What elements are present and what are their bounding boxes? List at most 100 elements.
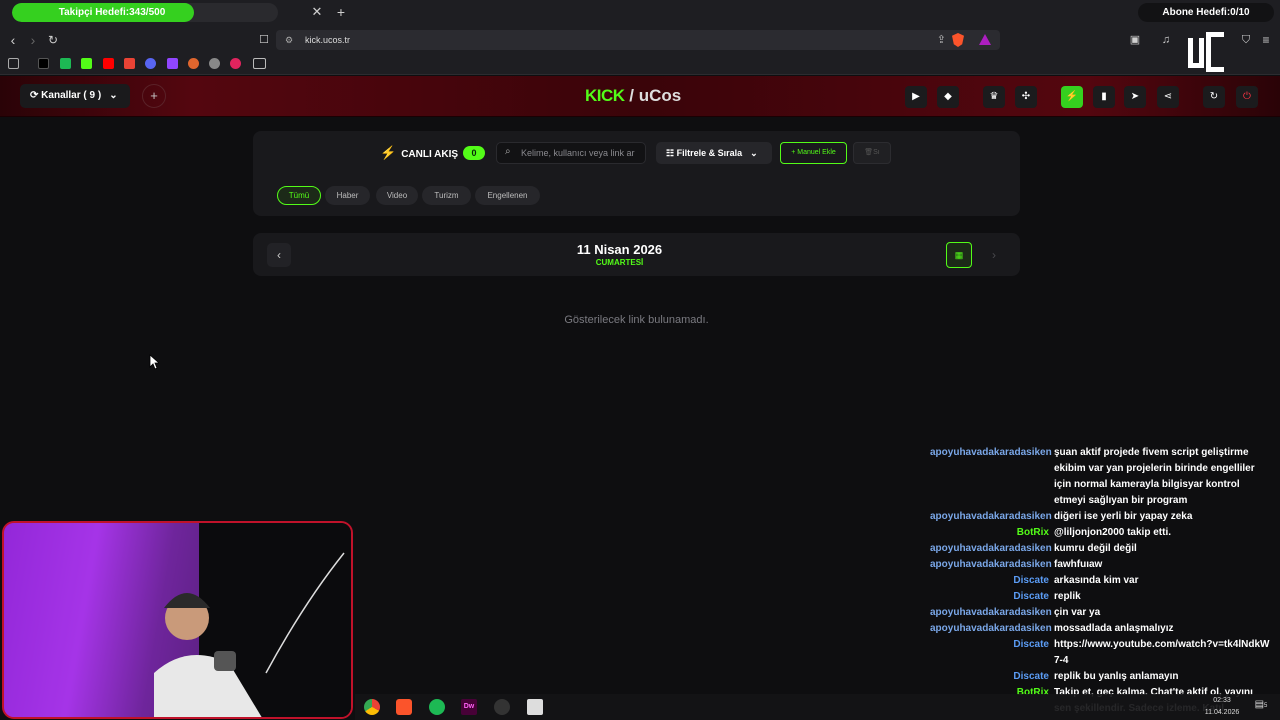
forward-icon[interactable]: ›	[25, 32, 41, 48]
chat-username[interactable]: Discate	[930, 637, 1054, 669]
document-icon[interactable]	[527, 699, 543, 715]
chat-username[interactable]: apoyuhavadakaradasiken	[930, 445, 1054, 509]
follower-goal-bar: Takipçi Hedefi:343/500	[12, 3, 278, 22]
chat-username[interactable]: BotRix	[930, 525, 1054, 541]
mouse-cursor-icon	[149, 354, 159, 370]
share-icon-button[interactable]: ⋖	[1157, 86, 1179, 108]
filter-panel: ⚡ CANLI AKIŞ 0 ⌕ ☷ Filtrele & Sırala ⌄ + M…	[253, 131, 1020, 216]
chat-username[interactable]: apoyuhavadakaradasiken	[930, 621, 1054, 637]
chat-text: arkasında kim var	[1054, 575, 1139, 586]
chip-video[interactable]: Video	[376, 186, 418, 205]
brave-rewards-icon[interactable]	[979, 34, 991, 45]
cursor-icon-button[interactable]: ➤	[1124, 86, 1146, 108]
chat-username[interactable]: Discate	[930, 589, 1054, 605]
chat-message: apoyuhavadakaradasiken mossadlada anlaşma…	[930, 621, 1280, 637]
apps-icon[interactable]	[8, 58, 19, 69]
chat-text: fawhfuıaw	[1054, 559, 1103, 570]
chip-tourism[interactable]: Turizm	[422, 186, 471, 205]
brave-icon[interactable]	[396, 699, 412, 715]
bookmark-icon[interactable]: ☐	[256, 32, 272, 48]
chat-username[interactable]: Discate	[930, 573, 1054, 589]
url-field[interactable]: ⚙ kick.ucos.tr ⇪	[276, 30, 1000, 50]
chat-text: replik bu yanlış anlamayın	[1054, 671, 1179, 682]
trash-icon: 🗑	[864, 149, 874, 156]
trophy-icon-button[interactable]: ♛	[983, 86, 1005, 108]
bookmarks-bar	[0, 53, 1280, 75]
bookmark-icon-2[interactable]	[60, 58, 71, 69]
discord-bookmark-icon[interactable]	[145, 58, 156, 69]
next-day-button[interactable]: ›	[982, 243, 1006, 267]
channels-dropdown[interactable]: ⟳ Kanallar ( 9 ) ⌄	[20, 84, 130, 108]
dreamweaver-icon[interactable]: Dw	[461, 699, 477, 715]
power-icon-button[interactable]: ⏻	[1236, 86, 1258, 108]
obs-icon[interactable]	[494, 699, 510, 715]
chat-text: şuan aktif projede fivem script geliştir…	[1054, 447, 1255, 506]
bookmark-icon-button[interactable]: ▮	[1093, 86, 1115, 108]
chat-text: kumru değil değil	[1054, 543, 1137, 554]
chat-message: Discate replik bu yanlış anlamayın	[930, 669, 1280, 685]
brave-shields-icon[interactable]	[952, 33, 964, 47]
chat-username[interactable]: apoyuhavadakaradasiken	[930, 557, 1054, 573]
lightning-icon: ⚡	[380, 145, 397, 160]
kick-bookmark-icon[interactable]	[81, 58, 92, 69]
chat-text: çin var ya	[1054, 607, 1101, 618]
gmail-bookmark-icon[interactable]	[124, 58, 135, 69]
live-count-badge: 0	[463, 146, 485, 160]
chat-username[interactable]: Discate	[930, 669, 1054, 685]
tag-icon-button[interactable]: ◆	[937, 86, 959, 108]
chat-username[interactable]: apoyuhavadakaradasiken	[930, 509, 1054, 525]
add-channel-button[interactable]: +	[142, 84, 166, 108]
chip-news[interactable]: Haber	[325, 186, 370, 205]
chat-message: Discate replik	[930, 589, 1280, 605]
lightning-icon-button[interactable]: ⚡	[1061, 86, 1083, 108]
system-clock: 02:33 11.04.2026	[1197, 695, 1247, 719]
subscriber-goal-label: Abone Hedefi:0/10	[1138, 3, 1274, 22]
twitch-bookmark-icon[interactable]	[167, 58, 178, 69]
manual-add-button[interactable]: + Manuel Ekle	[780, 142, 847, 164]
chrome-icon[interactable]	[364, 699, 380, 715]
share-icon[interactable]: ⇪	[937, 33, 946, 46]
bookmark-icon-10[interactable]	[230, 58, 241, 69]
chat-username[interactable]: apoyuhavadakaradasiken	[930, 541, 1054, 557]
chip-blocked[interactable]: Engellenen	[475, 186, 540, 205]
chat-text: replik	[1054, 591, 1081, 602]
menu-icon[interactable]: ≡	[1258, 32, 1274, 48]
users-icon-button[interactable]: ✣	[1015, 86, 1037, 108]
url-text: kick.ucos.tr	[305, 35, 351, 45]
bookmark-icon-8[interactable]	[188, 58, 199, 69]
browser-tab-bar: Takipçi Hedefi:343/500 ✕ + Abone Hedefi:…	[0, 0, 1280, 26]
date-panel: ‹ 11 Nisan 2026 CUMARTESİ ▦ ›	[253, 233, 1020, 276]
chat-text: diğeri ise yerli bir yapay zeka	[1054, 511, 1193, 522]
chat-message: Discate https://www.youtube.com/watch?v=t…	[930, 637, 1280, 669]
brand-ucos: uCos	[638, 86, 682, 105]
bookmark-icon-9[interactable]	[209, 58, 220, 69]
youtube-bookmark-icon[interactable]	[103, 58, 114, 69]
chat-overlay: apoyuhavadakaradasiken şuan aktif projede…	[930, 445, 1280, 717]
channels-label: Kanallar ( 9 )	[41, 90, 102, 101]
sidebar-icon[interactable]: ▣	[1127, 32, 1143, 48]
delete-button[interactable]: 🗑Sı	[853, 142, 891, 164]
reload-icon[interactable]: ↻	[45, 32, 61, 48]
search-input[interactable]	[521, 145, 641, 161]
chip-all[interactable]: Tümü	[277, 186, 321, 205]
spotify-icon[interactable]	[429, 699, 445, 715]
new-tab-icon[interactable]: +	[334, 4, 348, 20]
video-icon-button[interactable]: ▶	[905, 86, 927, 108]
chat-username[interactable]: apoyuhavadakaradasiken	[930, 605, 1054, 621]
chat-message: Discate arkasında kim var	[930, 573, 1280, 589]
notification-icon[interactable]: ▤5	[1253, 699, 1269, 715]
chat-message: apoyuhavadakaradasiken diğeri ise yerli b…	[930, 509, 1280, 525]
site-info-icon[interactable]: ⚙	[285, 30, 293, 50]
x-bookmark-icon[interactable]	[38, 58, 49, 69]
media-icon[interactable]: ♫	[1158, 32, 1174, 48]
clock-time: 02:33	[1213, 697, 1231, 704]
refresh-icon-button[interactable]: ↻	[1203, 86, 1225, 108]
chat-text: mossadlada anlaşmalıyız	[1054, 623, 1174, 634]
close-tab-icon[interactable]: ✕	[310, 5, 324, 19]
calendar-button[interactable]: ▦	[946, 242, 972, 268]
sliders-icon: ☷	[666, 148, 677, 158]
vpn-icon[interactable]: ⛉	[1238, 32, 1254, 48]
back-icon[interactable]: ‹	[5, 32, 21, 48]
folder-icon[interactable]	[253, 58, 266, 69]
filter-sort-button[interactable]: ☷ Filtrele & Sırala ⌄	[656, 142, 772, 164]
